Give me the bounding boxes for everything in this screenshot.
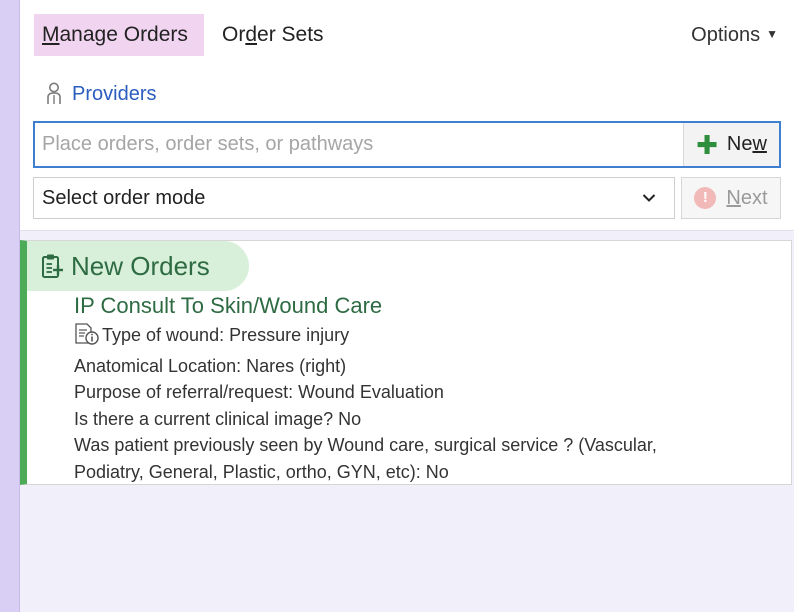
tab-manage-orders[interactable]: Manage Orders xyxy=(34,14,204,56)
order-detail-line: Podiatry, General, Plastic, ortho, GYN, … xyxy=(74,461,449,482)
new-orders-header: New Orders xyxy=(27,241,249,291)
order-detail-line: Purpose of referral/request: Wound Evalu… xyxy=(74,382,444,402)
order-detail-line: Anatomical Location: Nares (right) xyxy=(74,355,347,376)
new-button-label: New xyxy=(726,133,767,155)
order-detail-line: Type of wound: Pressure injury xyxy=(74,322,774,353)
order-detail-line: Was patient previously seen by Wound car… xyxy=(74,435,657,455)
document-info-icon[interactable] xyxy=(74,323,100,353)
tab-order-sets[interactable]: Order Sets xyxy=(214,14,332,56)
order-name-link[interactable]: IP Consult To Skin/Wound Care xyxy=(74,293,382,319)
person-icon xyxy=(47,82,61,104)
new-orders-card: New Orders IP Consult To Skin/Wound Care… xyxy=(20,240,792,485)
providers-link[interactable]: Providers xyxy=(46,80,156,108)
new-order-button[interactable]: ✚ New xyxy=(683,123,779,166)
tab-order-sets-label-end: er Sets xyxy=(257,23,324,46)
options-label: Options xyxy=(691,24,761,46)
order-details: Type of wound: Pressure injury Anatomica… xyxy=(74,322,774,485)
tab-order-sets-label-start: Or xyxy=(222,23,246,46)
left-rail xyxy=(0,0,20,612)
providers-label: Providers xyxy=(72,83,157,105)
options-menu-button[interactable]: Options ▼ xyxy=(691,24,778,47)
order-mode-value: Select order mode xyxy=(42,186,206,209)
order-search-box: ✚ New xyxy=(33,121,781,168)
tab-manage-orders-label: anage Orders xyxy=(59,23,188,46)
order-search-input[interactable] xyxy=(35,123,683,166)
next-button-label: Next xyxy=(726,186,768,209)
chevron-down-icon xyxy=(642,194,656,202)
order-detail-line: Is there a current clinical image? No xyxy=(74,408,362,429)
new-orders-title: New Orders xyxy=(71,250,210,281)
tab-order-sets-mnemonic: d xyxy=(245,23,258,46)
warning-icon: ! xyxy=(694,187,717,209)
next-button[interactable]: ! Next xyxy=(681,177,781,219)
plus-icon: ✚ xyxy=(696,129,718,160)
clipboard-plus-icon xyxy=(42,254,63,278)
order-mode-select[interactable]: Select order mode xyxy=(33,177,675,219)
order-entry-panel: Manage Orders Order Sets Options ▼ Provid… xyxy=(20,0,794,231)
tab-manage-orders-mnemonic: M xyxy=(42,23,60,46)
caret-down-icon: ▼ xyxy=(766,27,778,41)
